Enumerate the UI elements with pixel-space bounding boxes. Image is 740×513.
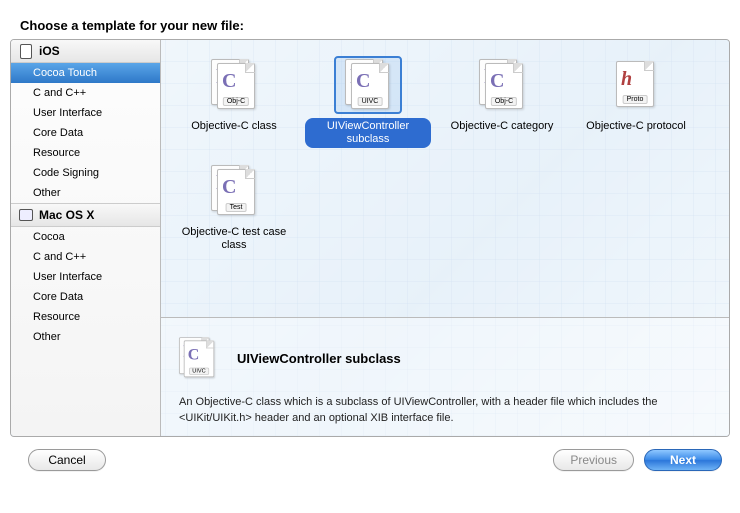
template-label: Objective-C class (185, 118, 283, 135)
previous-button[interactable]: Previous (553, 449, 634, 471)
template-label: Objective-C protocol (580, 118, 692, 135)
sidebar-item-c-cpp-mac[interactable]: C and C++ (11, 247, 160, 267)
template-label: Objective-C test case class (171, 224, 297, 254)
category-sidebar: iOS Cocoa Touch C and C++ User Interface… (11, 40, 161, 436)
detail-description: An Objective-C class which is a subclass… (179, 394, 711, 426)
sidebar-item-other[interactable]: Other (11, 183, 160, 203)
content-area: h CObj-C Objective-C class h CUIVC UIVie… (161, 40, 729, 436)
sidebar-item-resource-mac[interactable]: Resource (11, 307, 160, 327)
sidebar-item-cocoa-touch[interactable]: Cocoa Touch (11, 63, 160, 83)
template-detail: h CUIVC UIViewController subclass An Obj… (161, 317, 729, 436)
dialog-title: Choose a template for your new file: (10, 10, 730, 39)
file-pair-icon: h CObj-C (479, 59, 525, 111)
platform-label: iOS (39, 44, 60, 58)
template-label: Objective-C category (445, 118, 560, 135)
platform-label: Mac OS X (39, 208, 94, 222)
button-bar: Cancel Previous Next (10, 437, 730, 471)
sidebar-item-user-interface-mac[interactable]: User Interface (11, 267, 160, 287)
sidebar-item-code-signing[interactable]: Code Signing (11, 163, 160, 183)
sidebar-item-resource[interactable]: Resource (11, 143, 160, 163)
template-grid: h CObj-C Objective-C class h CUIVC UIVie… (161, 40, 729, 317)
mac-device-icon (19, 208, 33, 222)
template-objective-c-class[interactable]: h CObj-C Objective-C class (167, 52, 301, 158)
platform-header-ios[interactable]: iOS (11, 40, 160, 63)
main-panel: iOS Cocoa Touch C and C++ User Interface… (10, 39, 730, 437)
sidebar-item-cocoa[interactable]: Cocoa (11, 227, 160, 247)
platform-header-macosx[interactable]: Mac OS X (11, 203, 160, 227)
file-pair-icon: h CTest (211, 165, 257, 217)
file-icon: hProto (613, 59, 659, 111)
sidebar-item-core-data[interactable]: Core Data (11, 123, 160, 143)
sidebar-item-other-mac[interactable]: Other (11, 327, 160, 347)
file-pair-icon: h CObj-C (211, 59, 257, 111)
next-button[interactable]: Next (644, 449, 722, 471)
template-uiviewcontroller-subclass[interactable]: h CUIVC UIViewController subclass (301, 52, 435, 158)
template-label: UIViewController subclass (305, 118, 431, 148)
cancel-button[interactable]: Cancel (28, 449, 106, 471)
ios-device-icon (19, 44, 33, 58)
sidebar-item-c-cpp[interactable]: C and C++ (11, 83, 160, 103)
detail-file-icon: h CUIVC (179, 337, 216, 379)
new-file-dialog: Choose a template for your new file: iOS… (10, 10, 730, 493)
sidebar-item-user-interface[interactable]: User Interface (11, 103, 160, 123)
detail-title: UIViewController subclass (237, 351, 401, 366)
template-objective-c-category[interactable]: h CObj-C Objective-C category (435, 52, 569, 158)
sidebar-item-core-data-mac[interactable]: Core Data (11, 287, 160, 307)
template-objective-c-protocol[interactable]: hProto Objective-C protocol (569, 52, 703, 158)
file-pair-icon: h CUIVC (345, 59, 391, 111)
template-objective-c-test-case[interactable]: h CTest Objective-C test case class (167, 158, 301, 264)
